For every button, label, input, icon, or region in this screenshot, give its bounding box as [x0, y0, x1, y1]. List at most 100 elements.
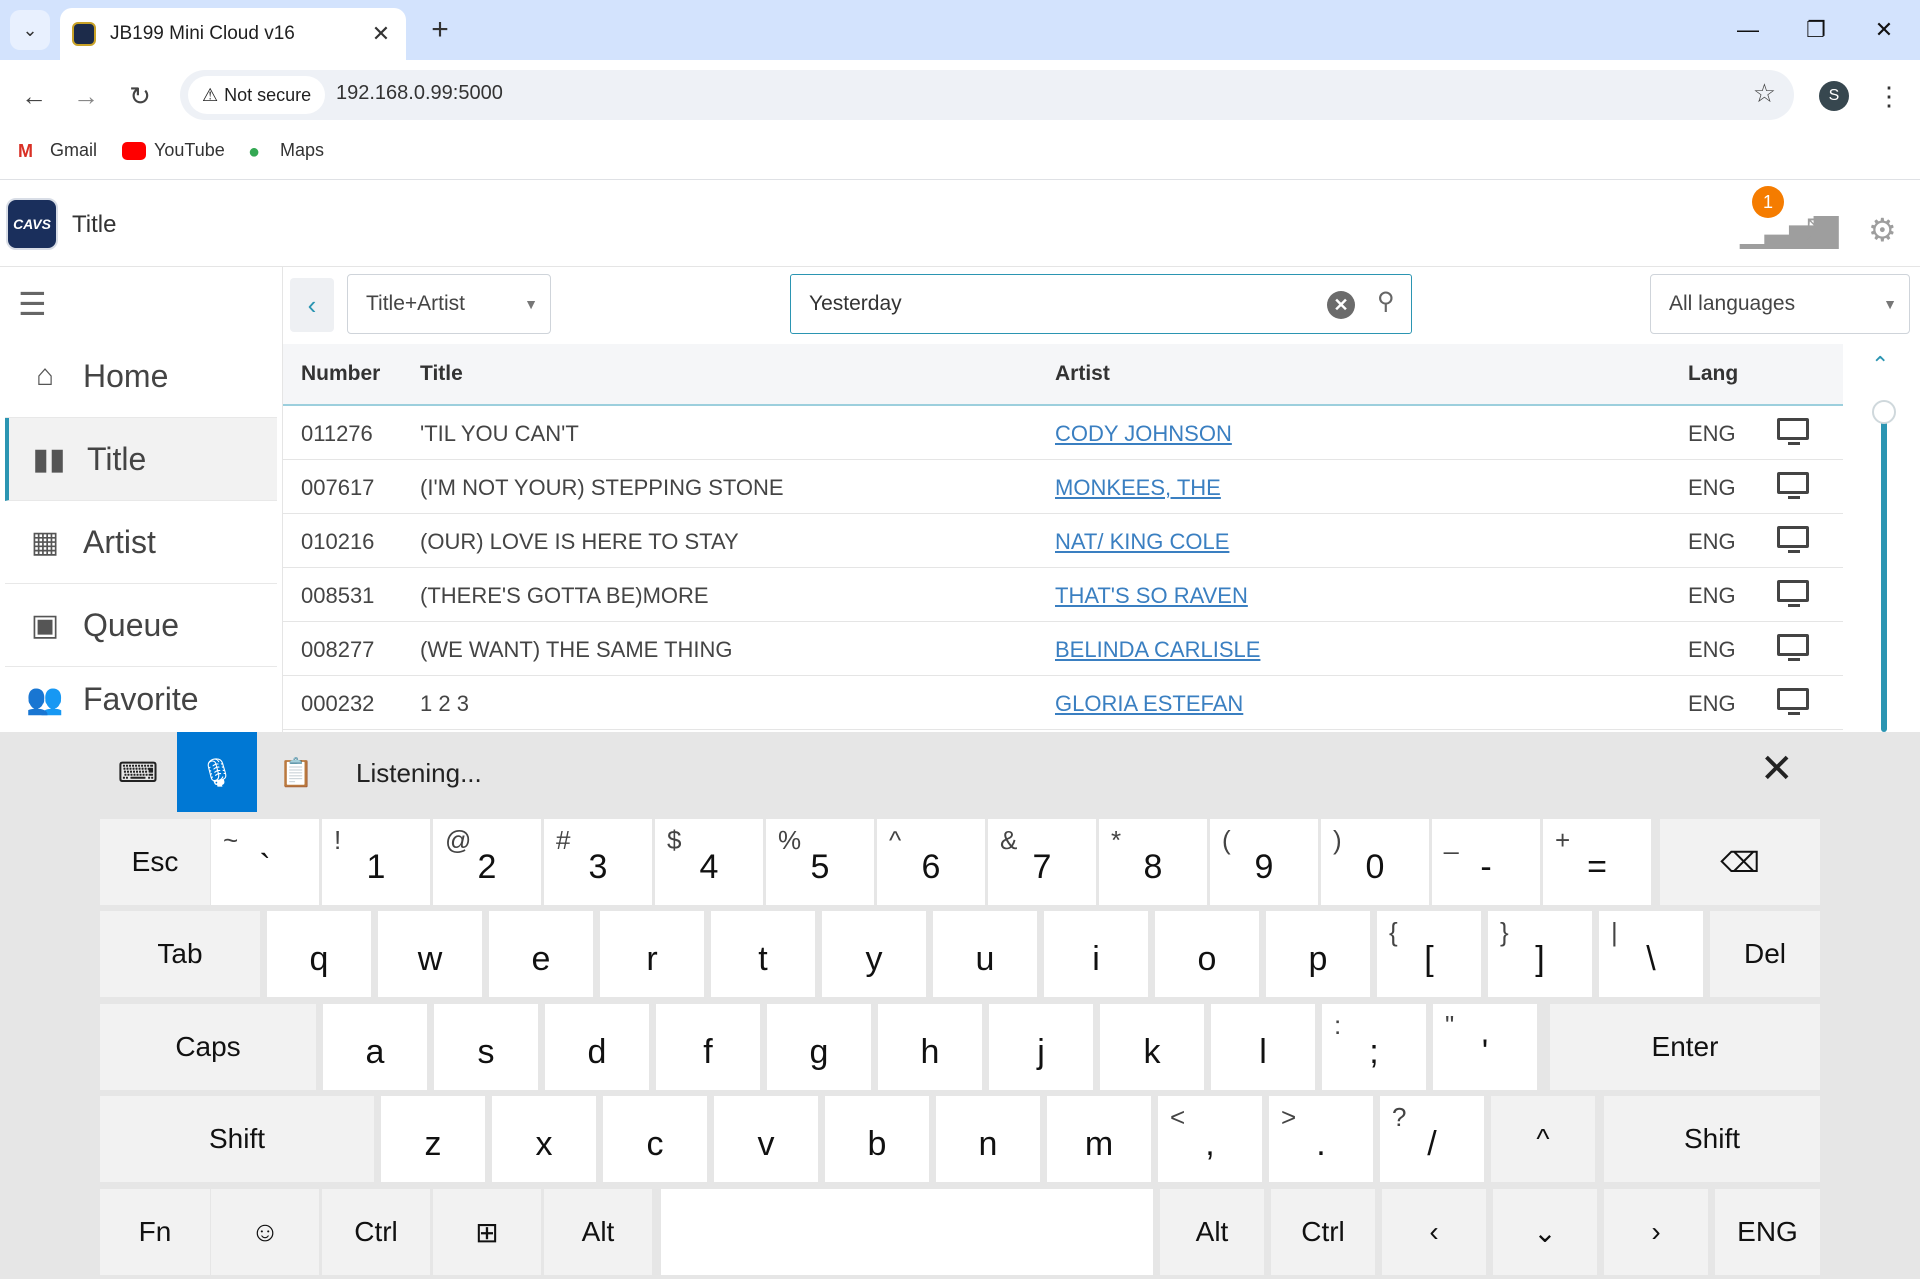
- close-tab-icon[interactable]: ✕: [368, 21, 394, 47]
- column-header-title[interactable]: Title: [420, 362, 463, 386]
- artist-link[interactable]: THAT'S SO RAVEN: [1055, 583, 1248, 609]
- back-arrow-icon[interactable]: ←: [14, 76, 54, 116]
- key-sym3-8[interactable]: <,: [1158, 1096, 1262, 1182]
- key-r[interactable]: r: [600, 911, 704, 997]
- key-sym4-1[interactable]: ☺: [211, 1189, 319, 1275]
- key-0[interactable]: ) 0: [1321, 819, 1429, 905]
- clipboard-icon[interactable]: 📋: [256, 732, 336, 812]
- key-shift[interactable]: Shift: [1604, 1096, 1820, 1182]
- table-row[interactable]: 011276 'TIL YOU CAN'T CODY JOHNSON ENG: [283, 406, 1843, 460]
- search-icon[interactable]: ⚲: [1377, 287, 1395, 316]
- sidebar-item-home[interactable]: ⌂ Home: [5, 335, 277, 418]
- scroll-track[interactable]: [1881, 404, 1887, 732]
- key-tab[interactable]: Tab: [100, 911, 260, 997]
- key-sym0-13[interactable]: + =: [1543, 819, 1651, 905]
- key-shift[interactable]: Shift: [100, 1096, 374, 1182]
- key-alt[interactable]: Alt: [544, 1189, 652, 1275]
- key-sym0-14[interactable]: ⌫: [1660, 819, 1820, 905]
- key-caps[interactable]: Caps: [100, 1004, 316, 1090]
- clear-search-icon[interactable]: ✕: [1327, 291, 1355, 319]
- sidebar-item-favorite[interactable]: 👥 Favorite: [5, 667, 277, 732]
- forward-arrow-icon[interactable]: →: [66, 76, 106, 116]
- sidebar-item-queue[interactable]: ▣ Queue: [5, 584, 277, 667]
- key-n[interactable]: n: [936, 1096, 1040, 1182]
- key-fn[interactable]: Fn: [100, 1189, 210, 1275]
- key-m[interactable]: m: [1047, 1096, 1151, 1182]
- column-header-number[interactable]: Number: [301, 362, 380, 386]
- new-tab-button[interactable]: +: [422, 12, 458, 48]
- key-b[interactable]: b: [825, 1096, 929, 1182]
- site-info-chip[interactable]: ⚠ Not secure: [188, 76, 326, 114]
- key-p[interactable]: p: [1266, 911, 1370, 997]
- bookmark-star-icon[interactable]: ☆: [1753, 78, 1776, 109]
- window-close-button[interactable]: ✕: [1854, 8, 1914, 52]
- artist-link[interactable]: NAT/ KING COLE: [1055, 529, 1229, 555]
- profile-avatar[interactable]: S: [1819, 81, 1849, 111]
- key-eng[interactable]: ENG: [1715, 1189, 1820, 1275]
- sidebar-item-artist[interactable]: ▦ Artist: [5, 501, 277, 584]
- tab-search-button[interactable]: ⌄: [10, 10, 50, 50]
- key-ctrl[interactable]: Ctrl: [1271, 1189, 1375, 1275]
- table-scrollbar[interactable]: ⌃: [1843, 344, 1920, 732]
- bookmark-gmail[interactable]: M Gmail: [18, 140, 97, 161]
- key-3[interactable]: #3: [544, 819, 652, 905]
- gear-icon[interactable]: ⚙: [1868, 211, 1897, 249]
- sidebar-item-title[interactable]: ▮▮ Title: [5, 418, 277, 501]
- key-l[interactable]: l: [1211, 1004, 1315, 1090]
- key-j[interactable]: j: [989, 1004, 1093, 1090]
- key-8[interactable]: * 8: [1099, 819, 1207, 905]
- key-u[interactable]: u: [933, 911, 1037, 997]
- key-1[interactable]: ! 1: [322, 819, 430, 905]
- key-5[interactable]: % 5: [766, 819, 874, 905]
- key-d[interactable]: d: [545, 1004, 649, 1090]
- key-sym2-11[interactable]: " ': [1433, 1004, 1537, 1090]
- key-sym0-12[interactable]: _ -: [1432, 819, 1540, 905]
- key-2[interactable]: @2: [433, 819, 541, 905]
- app-logo[interactable]: CAVS: [6, 198, 58, 250]
- bookmark-maps[interactable]: ● Maps: [248, 140, 324, 163]
- key-k[interactable]: k: [1100, 1004, 1204, 1090]
- column-header-artist[interactable]: Artist: [1055, 362, 1110, 386]
- key-i[interactable]: i: [1044, 911, 1148, 997]
- back-button[interactable]: ‹: [290, 278, 334, 332]
- close-keyboard-icon[interactable]: ✕: [1760, 746, 1794, 792]
- bookmark-youtube[interactable]: YouTube: [122, 140, 225, 161]
- restore-button[interactable]: ❐: [1786, 8, 1846, 52]
- key-space[interactable]: [661, 1189, 1153, 1275]
- key-sym1-11[interactable]: {[: [1377, 911, 1481, 997]
- key-y[interactable]: y: [822, 911, 926, 997]
- key-c[interactable]: c: [603, 1096, 707, 1182]
- key-x[interactable]: x: [492, 1096, 596, 1182]
- browser-menu-icon[interactable]: ⋮: [1876, 78, 1902, 114]
- key-s[interactable]: s: [434, 1004, 538, 1090]
- key-a[interactable]: a: [323, 1004, 427, 1090]
- browser-tab[interactable]: JB199 Mini Cloud v16 ✕: [60, 8, 406, 60]
- artist-link[interactable]: MONKEES, THE: [1055, 475, 1221, 501]
- artist-link[interactable]: BELINDA CARLISLE: [1055, 637, 1260, 663]
- monitor-icon[interactable]: [1777, 688, 1809, 715]
- key-z[interactable]: z: [381, 1096, 485, 1182]
- keyboard-settings-icon[interactable]: ⌨: [98, 732, 178, 812]
- key-6[interactable]: ^ 6: [877, 819, 985, 905]
- minimize-button[interactable]: —: [1718, 8, 1778, 52]
- search-input[interactable]: Yesterday ✕ ⚲: [790, 274, 1412, 334]
- key-9[interactable]: (9: [1210, 819, 1318, 905]
- key-esc[interactable]: Esc: [100, 819, 210, 905]
- key-enter[interactable]: Enter: [1550, 1004, 1820, 1090]
- table-row[interactable]: 008277 (WE WANT) THE SAME THING BELINDA CA…: [283, 622, 1843, 676]
- key-sym1-13[interactable]: | \: [1599, 911, 1703, 997]
- language-select[interactable]: All languages ▼: [1650, 274, 1910, 334]
- key-ctrl[interactable]: Ctrl: [322, 1189, 430, 1275]
- key-sym2-10[interactable]: :;: [1322, 1004, 1426, 1090]
- key-o[interactable]: o: [1155, 911, 1259, 997]
- hamburger-menu-icon[interactable]: ☰: [18, 285, 47, 323]
- key-t[interactable]: t: [711, 911, 815, 997]
- key-sym4-8[interactable]: ‹: [1382, 1189, 1486, 1275]
- key-sym3-10[interactable]: ? /: [1380, 1096, 1484, 1182]
- address-bar[interactable]: ⚠ Not secure 192.168.0.99:5000 ☆: [180, 70, 1794, 120]
- key-4[interactable]: $4: [655, 819, 763, 905]
- table-row[interactable]: 000232 1 2 3 GLORIA ESTEFAN ENG: [283, 676, 1843, 730]
- key-sym4-9[interactable]: ⌄: [1493, 1189, 1597, 1275]
- key-h[interactable]: h: [878, 1004, 982, 1090]
- key-g[interactable]: g: [767, 1004, 871, 1090]
